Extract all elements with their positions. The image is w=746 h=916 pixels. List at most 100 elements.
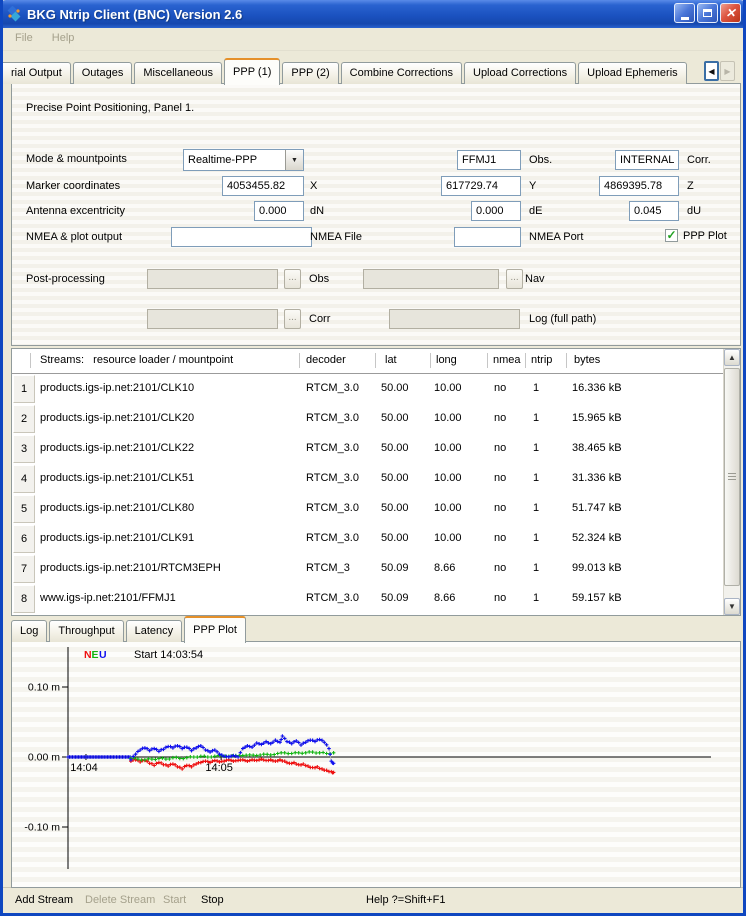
corr-browse-button[interactable]: ... [284, 309, 301, 329]
row-number[interactable]: 8 [13, 585, 35, 613]
table-row[interactable]: 7products.igs-ip.net:2101/RTCM3EPHRTCM_3… [12, 555, 723, 585]
tab-upload-ephemeris[interactable]: Upload Ephemeris [578, 62, 687, 84]
nav-file-label: Nav [525, 273, 545, 285]
add-stream-button[interactable]: Add Stream [15, 894, 73, 906]
table-row[interactable]: 2products.igs-ip.net:2101/CLK20RTCM_3.05… [12, 405, 723, 435]
close-button[interactable] [720, 3, 741, 23]
table-scrollbar[interactable] [723, 349, 740, 615]
cell-bytes: 52.324 kB [572, 532, 622, 544]
table-row[interactable]: 8www.igs-ip.net:2101/FFMJ1RTCM_3.050.098… [12, 585, 723, 615]
corr-mountpoint-input[interactable] [615, 150, 679, 170]
cell-long: 10.00 [434, 382, 462, 394]
bottom-tab-ppp-plot[interactable]: PPP Plot [184, 616, 246, 643]
chevron-down-icon[interactable] [285, 150, 303, 170]
close-icon [725, 7, 735, 19]
help-shortcut-label: Help ?=Shift+F1 [366, 894, 446, 906]
cell-decoder: RTCM_3.0 [306, 502, 359, 514]
tab-outages[interactable]: Outages [73, 62, 133, 84]
menu-help[interactable]: Help [44, 28, 83, 44]
header-lat: lat [385, 354, 397, 366]
marker-y-input[interactable] [441, 176, 521, 196]
row-number[interactable]: 7 [13, 555, 35, 583]
tab-miscellaneous[interactable]: Miscellaneous [134, 62, 222, 84]
tab-combine-corrections[interactable]: Combine Corrections [341, 62, 462, 84]
tab-scroll-left-button[interactable] [704, 61, 719, 81]
cell-lat: 50.00 [381, 442, 409, 454]
cell-bytes: 16.336 kB [572, 382, 622, 394]
obs-file-input[interactable] [147, 269, 278, 289]
nmea-file-input[interactable] [171, 227, 312, 247]
tab-ppp-1-[interactable]: PPP (1) [224, 58, 280, 85]
maximize-button[interactable] [697, 3, 718, 23]
minimize-button[interactable] [674, 3, 695, 23]
row-number[interactable]: 3 [13, 435, 35, 463]
mode-mountpoints-label: Mode & mountpoints [26, 153, 127, 165]
scrollbar-thumb[interactable] [724, 368, 740, 586]
nav-browse-button[interactable]: ... [506, 269, 523, 289]
cell-decoder: RTCM_3.0 [306, 382, 359, 394]
menu-bar: File Help [3, 28, 743, 51]
row-number[interactable]: 5 [13, 495, 35, 523]
row-number[interactable]: 2 [13, 405, 35, 433]
window-controls [674, 3, 741, 23]
post-processing-label: Post-processing [26, 273, 105, 285]
scroll-down-icon[interactable] [724, 598, 740, 615]
ppp-plot-checkbox[interactable] [665, 229, 678, 242]
cell-decoder: RTCM_3.0 [306, 442, 359, 454]
cell-nmea: no [494, 592, 506, 604]
y-tick-label: -0.10 m [24, 822, 60, 834]
corr-file-input[interactable] [147, 309, 278, 329]
bottom-tab-latency[interactable]: Latency [126, 620, 183, 642]
row-number[interactable]: 4 [13, 465, 35, 493]
dn-input[interactable] [254, 201, 304, 221]
table-row[interactable]: 1products.igs-ip.net:2101/CLK10RTCM_3.05… [12, 375, 723, 405]
tab-scroll-buttons [704, 61, 735, 81]
de-input[interactable] [471, 201, 521, 221]
bottom-tab-throughput[interactable]: Throughput [49, 620, 123, 642]
tab-rial-output[interactable]: rial Output [3, 62, 71, 84]
row-number[interactable]: 1 [13, 375, 35, 403]
table-row[interactable]: 4products.igs-ip.net:2101/CLK51RTCM_3.05… [12, 465, 723, 495]
cell-resource: products.igs-ip.net:2101/CLK20 [40, 412, 194, 424]
bottom-tab-log[interactable]: Log [11, 620, 47, 642]
tab-ppp-2-[interactable]: PPP (2) [282, 62, 338, 84]
marker-z-input[interactable] [599, 176, 679, 196]
cell-lat: 50.00 [381, 502, 409, 514]
log-path-input[interactable] [389, 309, 520, 329]
obs-file-label: Obs [309, 273, 329, 285]
x-label: X [310, 180, 317, 192]
obs-browse-button[interactable]: ... [284, 269, 301, 289]
marker-x-input[interactable] [222, 176, 304, 196]
cell-long: 8.66 [434, 562, 455, 574]
mode-combobox[interactable]: Realtime-PPP [183, 149, 304, 171]
du-input[interactable] [629, 201, 679, 221]
menu-file[interactable]: File [7, 28, 41, 44]
row-number[interactable]: 6 [13, 525, 35, 553]
cell-ntrip: 1 [533, 562, 539, 574]
cell-resource: products.igs-ip.net:2101/RTCM3EPH [40, 562, 221, 574]
tab-scroll-right-button[interactable] [720, 61, 735, 81]
table-row[interactable]: 3products.igs-ip.net:2101/CLK22RTCM_3.05… [12, 435, 723, 465]
nav-file-input[interactable] [363, 269, 499, 289]
table-row[interactable]: 6products.igs-ip.net:2101/CLK91RTCM_3.05… [12, 525, 723, 555]
legend-U: U [99, 649, 107, 661]
cell-resource: products.igs-ip.net:2101/CLK10 [40, 382, 194, 394]
cell-nmea: no [494, 532, 506, 544]
cell-ntrip: 1 [533, 502, 539, 514]
window-title: BKG Ntrip Client (BNC) Version 2.6 [27, 7, 242, 22]
legend-N: N [84, 649, 92, 661]
minimize-icon [681, 9, 689, 20]
obs-mountpoint-input[interactable] [457, 150, 521, 170]
scroll-up-icon[interactable] [724, 349, 740, 366]
cell-ntrip: 1 [533, 472, 539, 484]
tab-upload-corrections[interactable]: Upload Corrections [464, 62, 576, 84]
cell-long: 10.00 [434, 442, 462, 454]
stop-button[interactable]: Stop [201, 894, 224, 906]
nmea-port-input[interactable] [454, 227, 521, 247]
cell-bytes: 31.336 kB [572, 472, 622, 484]
titlebar[interactable]: BKG Ntrip Client (BNC) Version 2.6 [0, 0, 746, 28]
ppp-plot-panel: NEUStart 14:03:540.10 m0.00 m-0.10 m14:0… [11, 641, 741, 888]
table-row[interactable]: 5products.igs-ip.net:2101/CLK80RTCM_3.05… [12, 495, 723, 525]
panel-title: Precise Point Positioning, Panel 1. [26, 102, 194, 114]
cell-decoder: RTCM_3.0 [306, 472, 359, 484]
